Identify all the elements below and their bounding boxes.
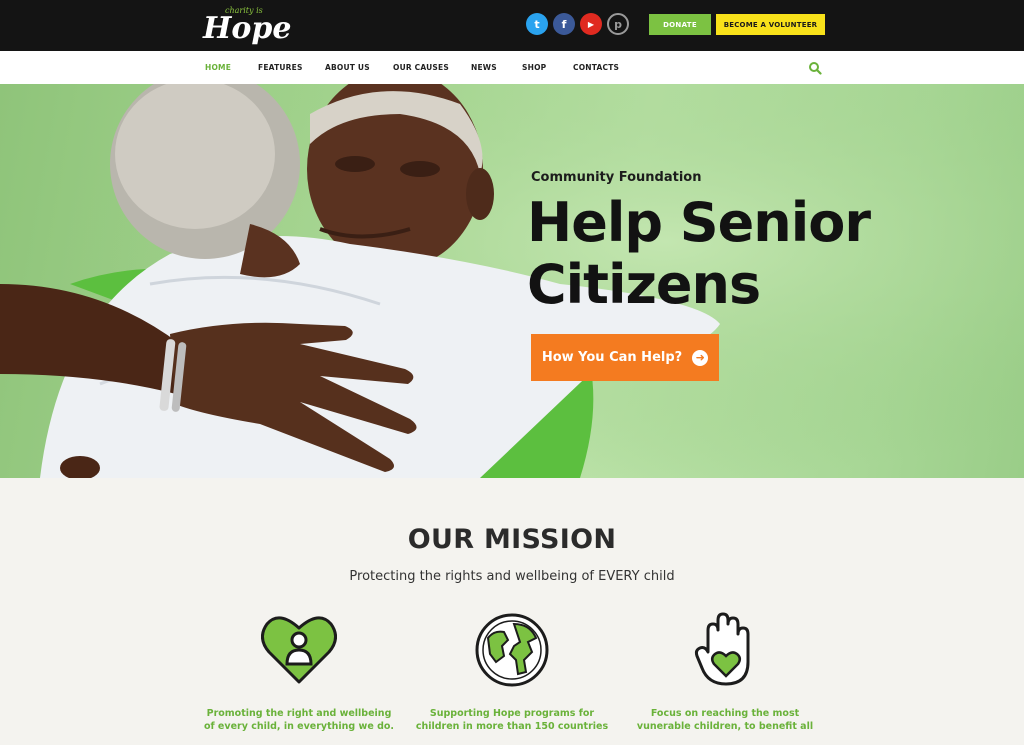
youtube-icon[interactable]: ▶ [580,13,602,35]
feature-text-2: Supporting Hope programs for children in… [402,707,622,733]
nav-item-news[interactable]: NEWS [471,63,497,72]
mission-title: OUR MISSION [407,524,617,555]
hand-heart-icon [694,612,750,686]
cta-label: How You Can Help? [541,350,683,365]
feature-3-line-1: Focus on reaching the most [650,708,800,719]
nav-item-about-us[interactable]: ABOUT US [325,63,370,72]
nav-item-shop[interactable]: SHOP [522,63,546,72]
youtube-glyph: ▶ [587,19,595,29]
top-bar: charity is Hope t f ▶ p DONATE BECOME A … [0,0,1024,51]
donate-button[interactable]: DONATE [649,14,711,35]
feature-3-line-2: vunerable children, to benefit all [636,721,814,732]
hero-title-line-2: Citizens [527,253,761,316]
feature-1-line-2: of every child, in everything we do. [203,721,395,732]
hero-title-line-1: Help Senior [527,191,871,254]
nav-item-features[interactable]: FEATURES [258,63,303,72]
feature-text-3: Focus on reaching the most vunerable chi… [615,707,835,733]
hero-eyebrow: Community Foundation [531,170,702,185]
arrow-right-icon: ➜ [692,349,709,366]
nav-item-contacts[interactable]: CONTACTS [573,63,619,72]
feature-2-line-2: children in more than 150 countries [415,721,609,732]
how-you-can-help-button[interactable]: How You Can Help? ➜ [531,334,719,381]
logo[interactable]: charity is Hope [203,6,291,48]
pinterest-icon[interactable]: p [607,13,629,35]
hero-photo [0,84,1024,478]
nav-item-our-causes[interactable]: OUR CAUSES [393,63,449,72]
twitter-icon[interactable]: t [526,13,548,35]
feature-1-line-1: Promoting the right and wellbeing [206,708,392,719]
globe-icon [475,613,549,687]
facebook-icon[interactable]: f [553,13,575,35]
mission-subtitle: Protecting the rights and wellbeing of E… [349,569,675,584]
heart-person-icon [261,616,337,684]
feature-2-line-1: Supporting Hope programs for [429,708,595,719]
hero-banner: Community Foundation Help Senior Citizen… [0,84,1024,478]
become-volunteer-button[interactable]: BECOME A VOLUNTEER [716,14,825,35]
logo-wordmark: Hope [203,11,292,46]
hero-title: Help Senior Citizens [527,191,871,316]
nav-item-home[interactable]: HOME [205,63,231,72]
main-nav: HOME FEATURES ABOUT US OUR CAUSES NEWS S… [0,51,1024,85]
search-icon[interactable] [808,61,822,75]
feature-text-1: Promoting the right and wellbeing of eve… [189,707,409,733]
